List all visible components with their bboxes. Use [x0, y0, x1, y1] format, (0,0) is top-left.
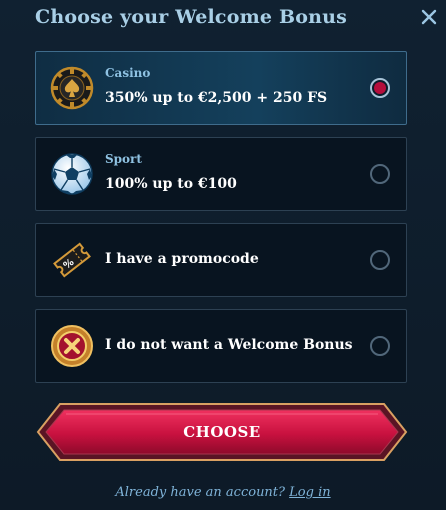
option-bonus-label: I do not want a Welcome Bonus [105, 337, 353, 353]
option-category-label: Casino [105, 66, 151, 80]
option-bonus-label: 100% up to €100 [105, 176, 237, 192]
poker-chip-spade-icon [50, 66, 94, 110]
login-prompt-text: Already have an account? [115, 485, 286, 500]
choose-button[interactable]: CHOOSE [36, 402, 408, 462]
option-bonus-label: 350% up to €2,500 + 250 FS [105, 90, 328, 106]
radio-no-bonus[interactable] [370, 336, 390, 356]
login-prompt: Already have an account? Log in [0, 485, 446, 500]
welcome-bonus-modal: Choose your Welcome Bonus Casino 350% up… [0, 0, 446, 510]
cancel-x-badge-icon [51, 325, 93, 367]
radio-casino[interactable] [370, 78, 390, 98]
soccer-ball-icon [51, 153, 93, 195]
radio-sport[interactable] [370, 164, 390, 184]
choose-button-label: CHOOSE [183, 423, 261, 441]
radio-promocode[interactable] [370, 250, 390, 270]
bonus-option-no-bonus[interactable]: I do not want a Welcome Bonus [35, 309, 407, 383]
close-icon[interactable] [421, 9, 437, 25]
option-category-label: Sport [105, 152, 142, 166]
close-button[interactable] [418, 6, 440, 28]
option-bonus-label: I have a promocode [105, 251, 259, 267]
bonus-option-promocode[interactable]: % I have a promocode [35, 223, 407, 297]
bonus-option-sport[interactable]: Sport 100% up to €100 [35, 137, 407, 211]
bonus-option-casino[interactable]: Casino 350% up to €2,500 + 250 FS [35, 51, 407, 125]
promo-ticket-icon: % [53, 242, 91, 278]
modal-title: Choose your Welcome Bonus [35, 6, 348, 28]
login-link[interactable]: Log in [289, 485, 330, 500]
